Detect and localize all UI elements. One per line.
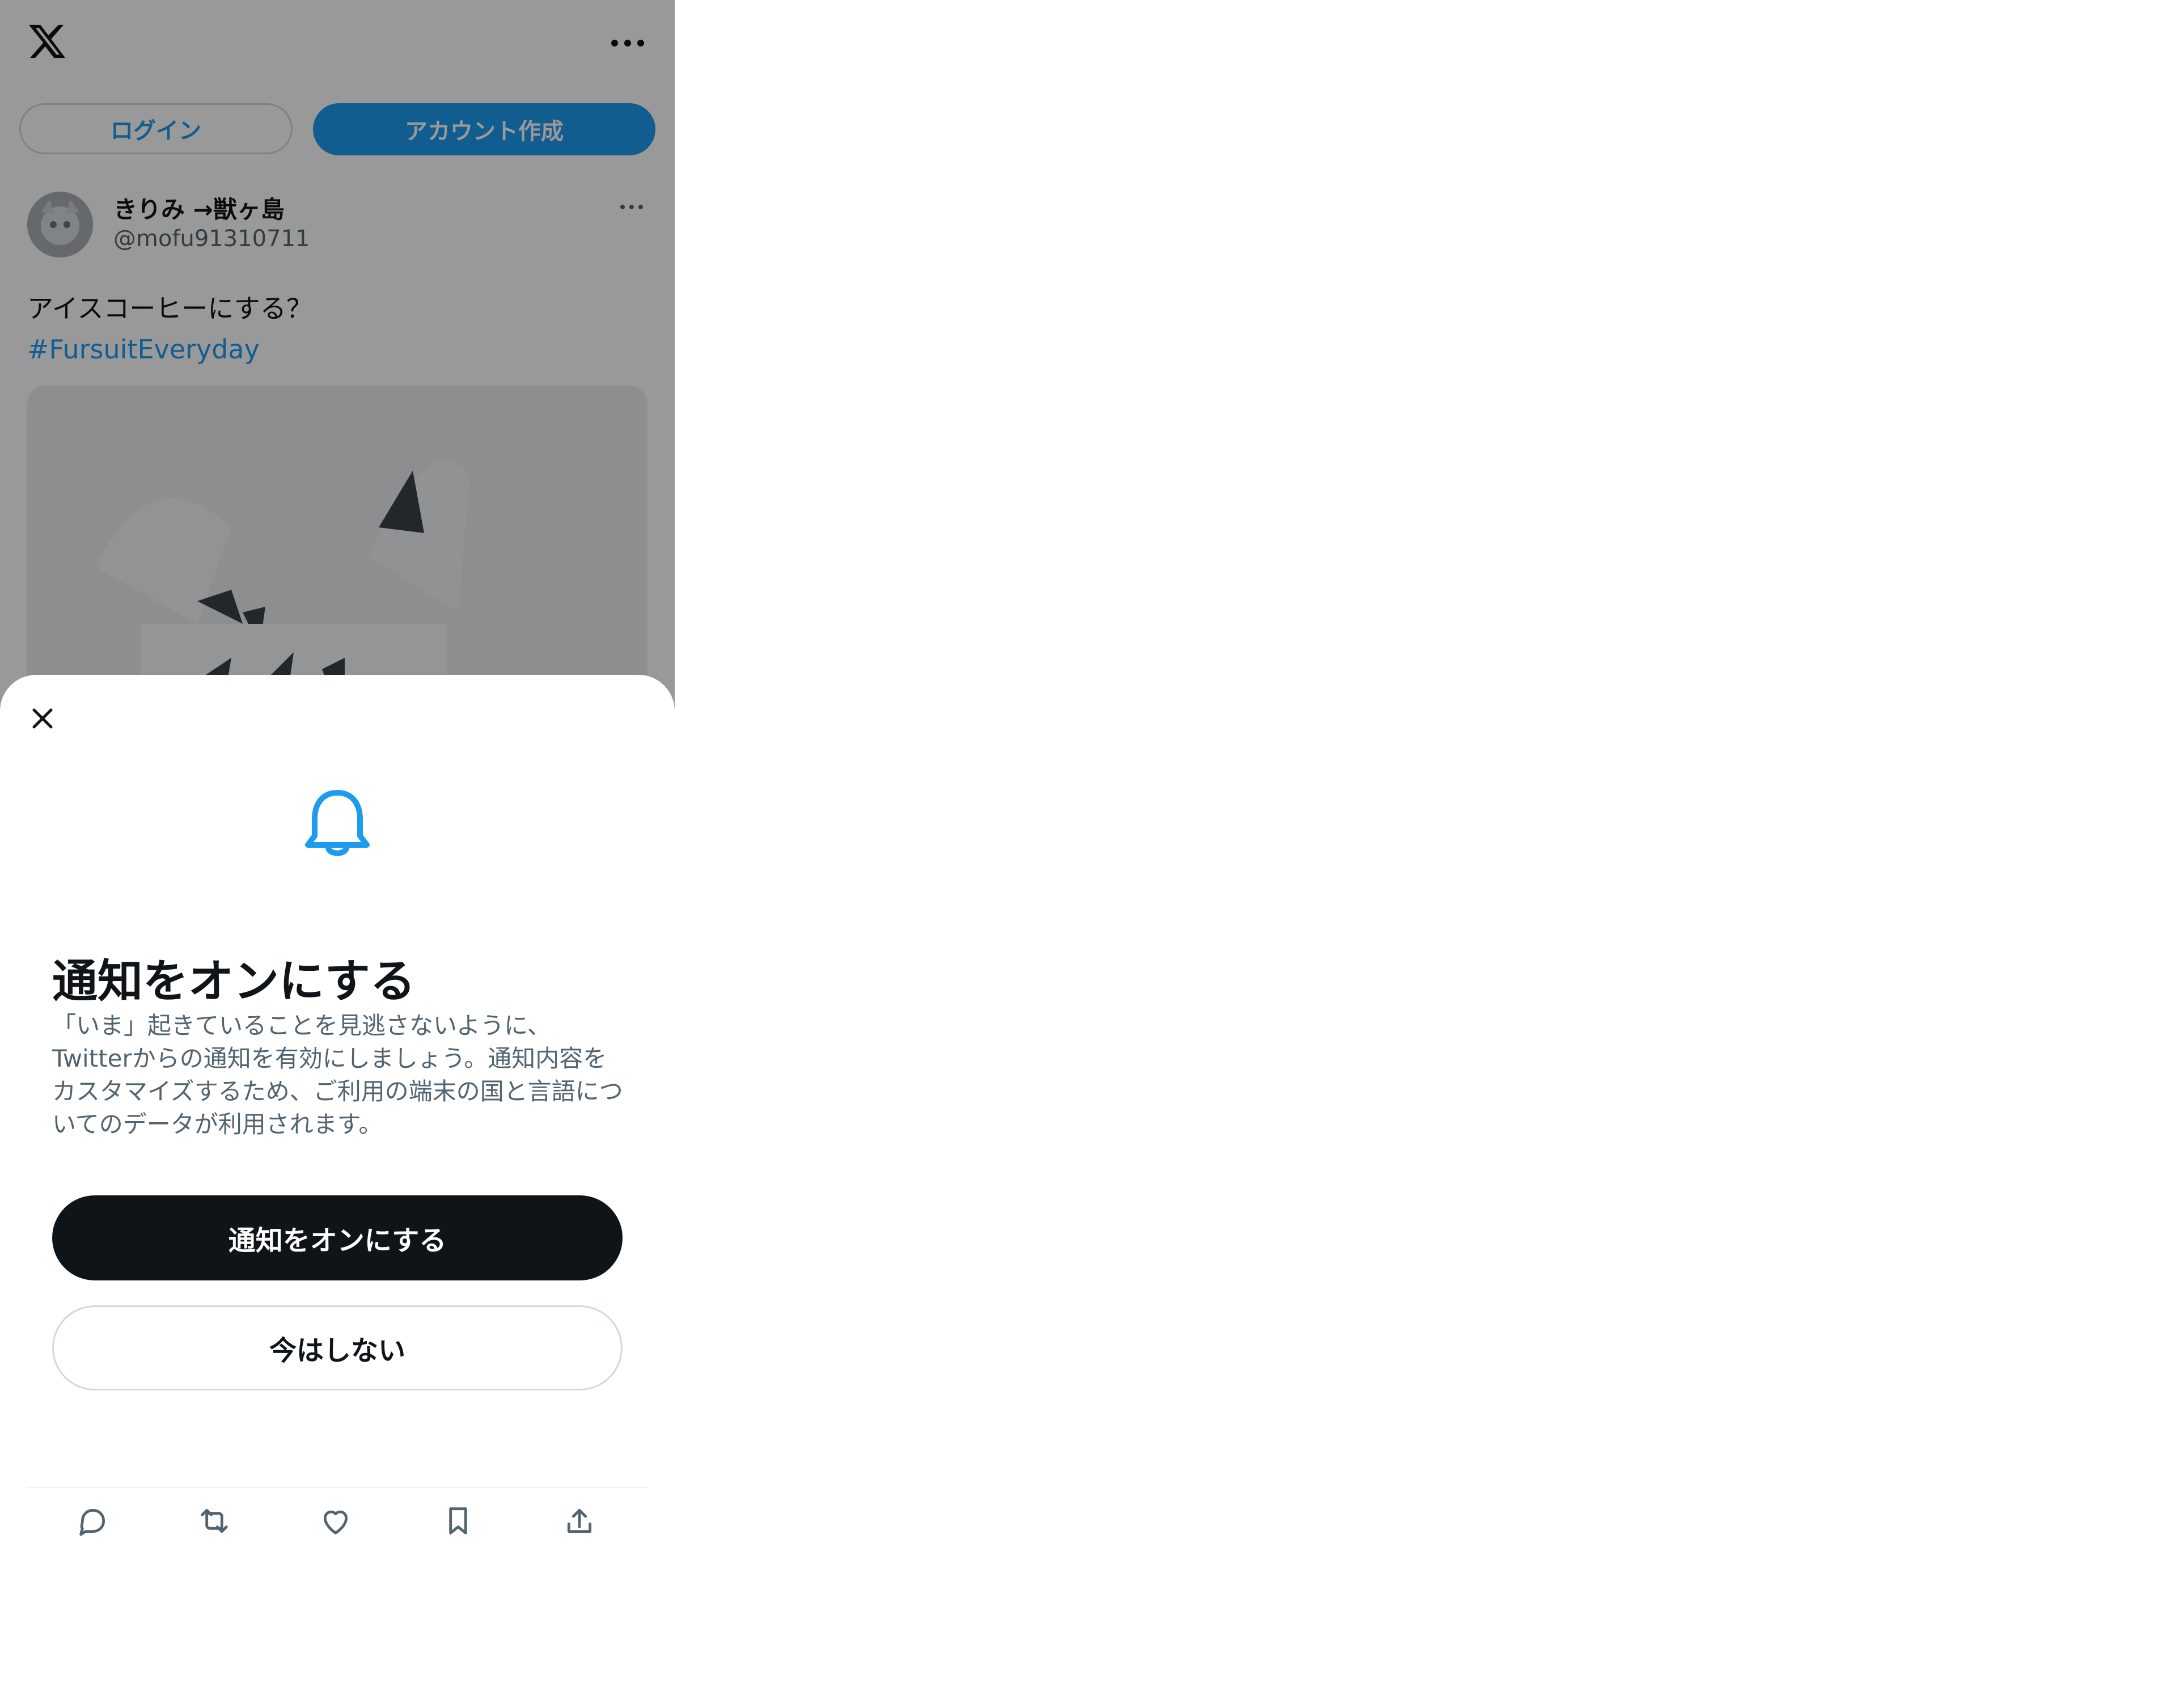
viewport: ログイン アカウント作成 きりみ →獣ヶ島 @mofu91310711 アイスコ… (0, 0, 2184, 1708)
like-icon[interactable] (318, 1503, 354, 1539)
sheet-description: 「いま」起きていることを見逃さないように、Twitterからの通知を有効にしまし… (52, 1012, 623, 1138)
enable-notifications-button[interactable]: 通知をオンにする (52, 1195, 623, 1280)
mobile-app: ログイン アカウント作成 きりみ →獣ヶ島 @mofu91310711 アイスコ… (0, 0, 675, 1565)
divider (27, 1487, 647, 1488)
sheet-title: 通知をオンにする (52, 955, 416, 1008)
post-action-bar (27, 1503, 647, 1565)
close-icon[interactable] (27, 703, 58, 734)
not-now-button[interactable]: 今はしない (52, 1305, 623, 1390)
modal-scrim[interactable] (0, 0, 675, 715)
share-icon[interactable] (561, 1503, 598, 1539)
bell-icon (305, 790, 370, 856)
notification-sheet: 通知をオンにする 「いま」起きていることを見逃さないように、Twitterからの… (0, 675, 675, 1565)
bookmark-icon[interactable] (440, 1503, 476, 1539)
reply-icon[interactable] (75, 1503, 111, 1539)
retweet-icon[interactable] (196, 1503, 232, 1539)
